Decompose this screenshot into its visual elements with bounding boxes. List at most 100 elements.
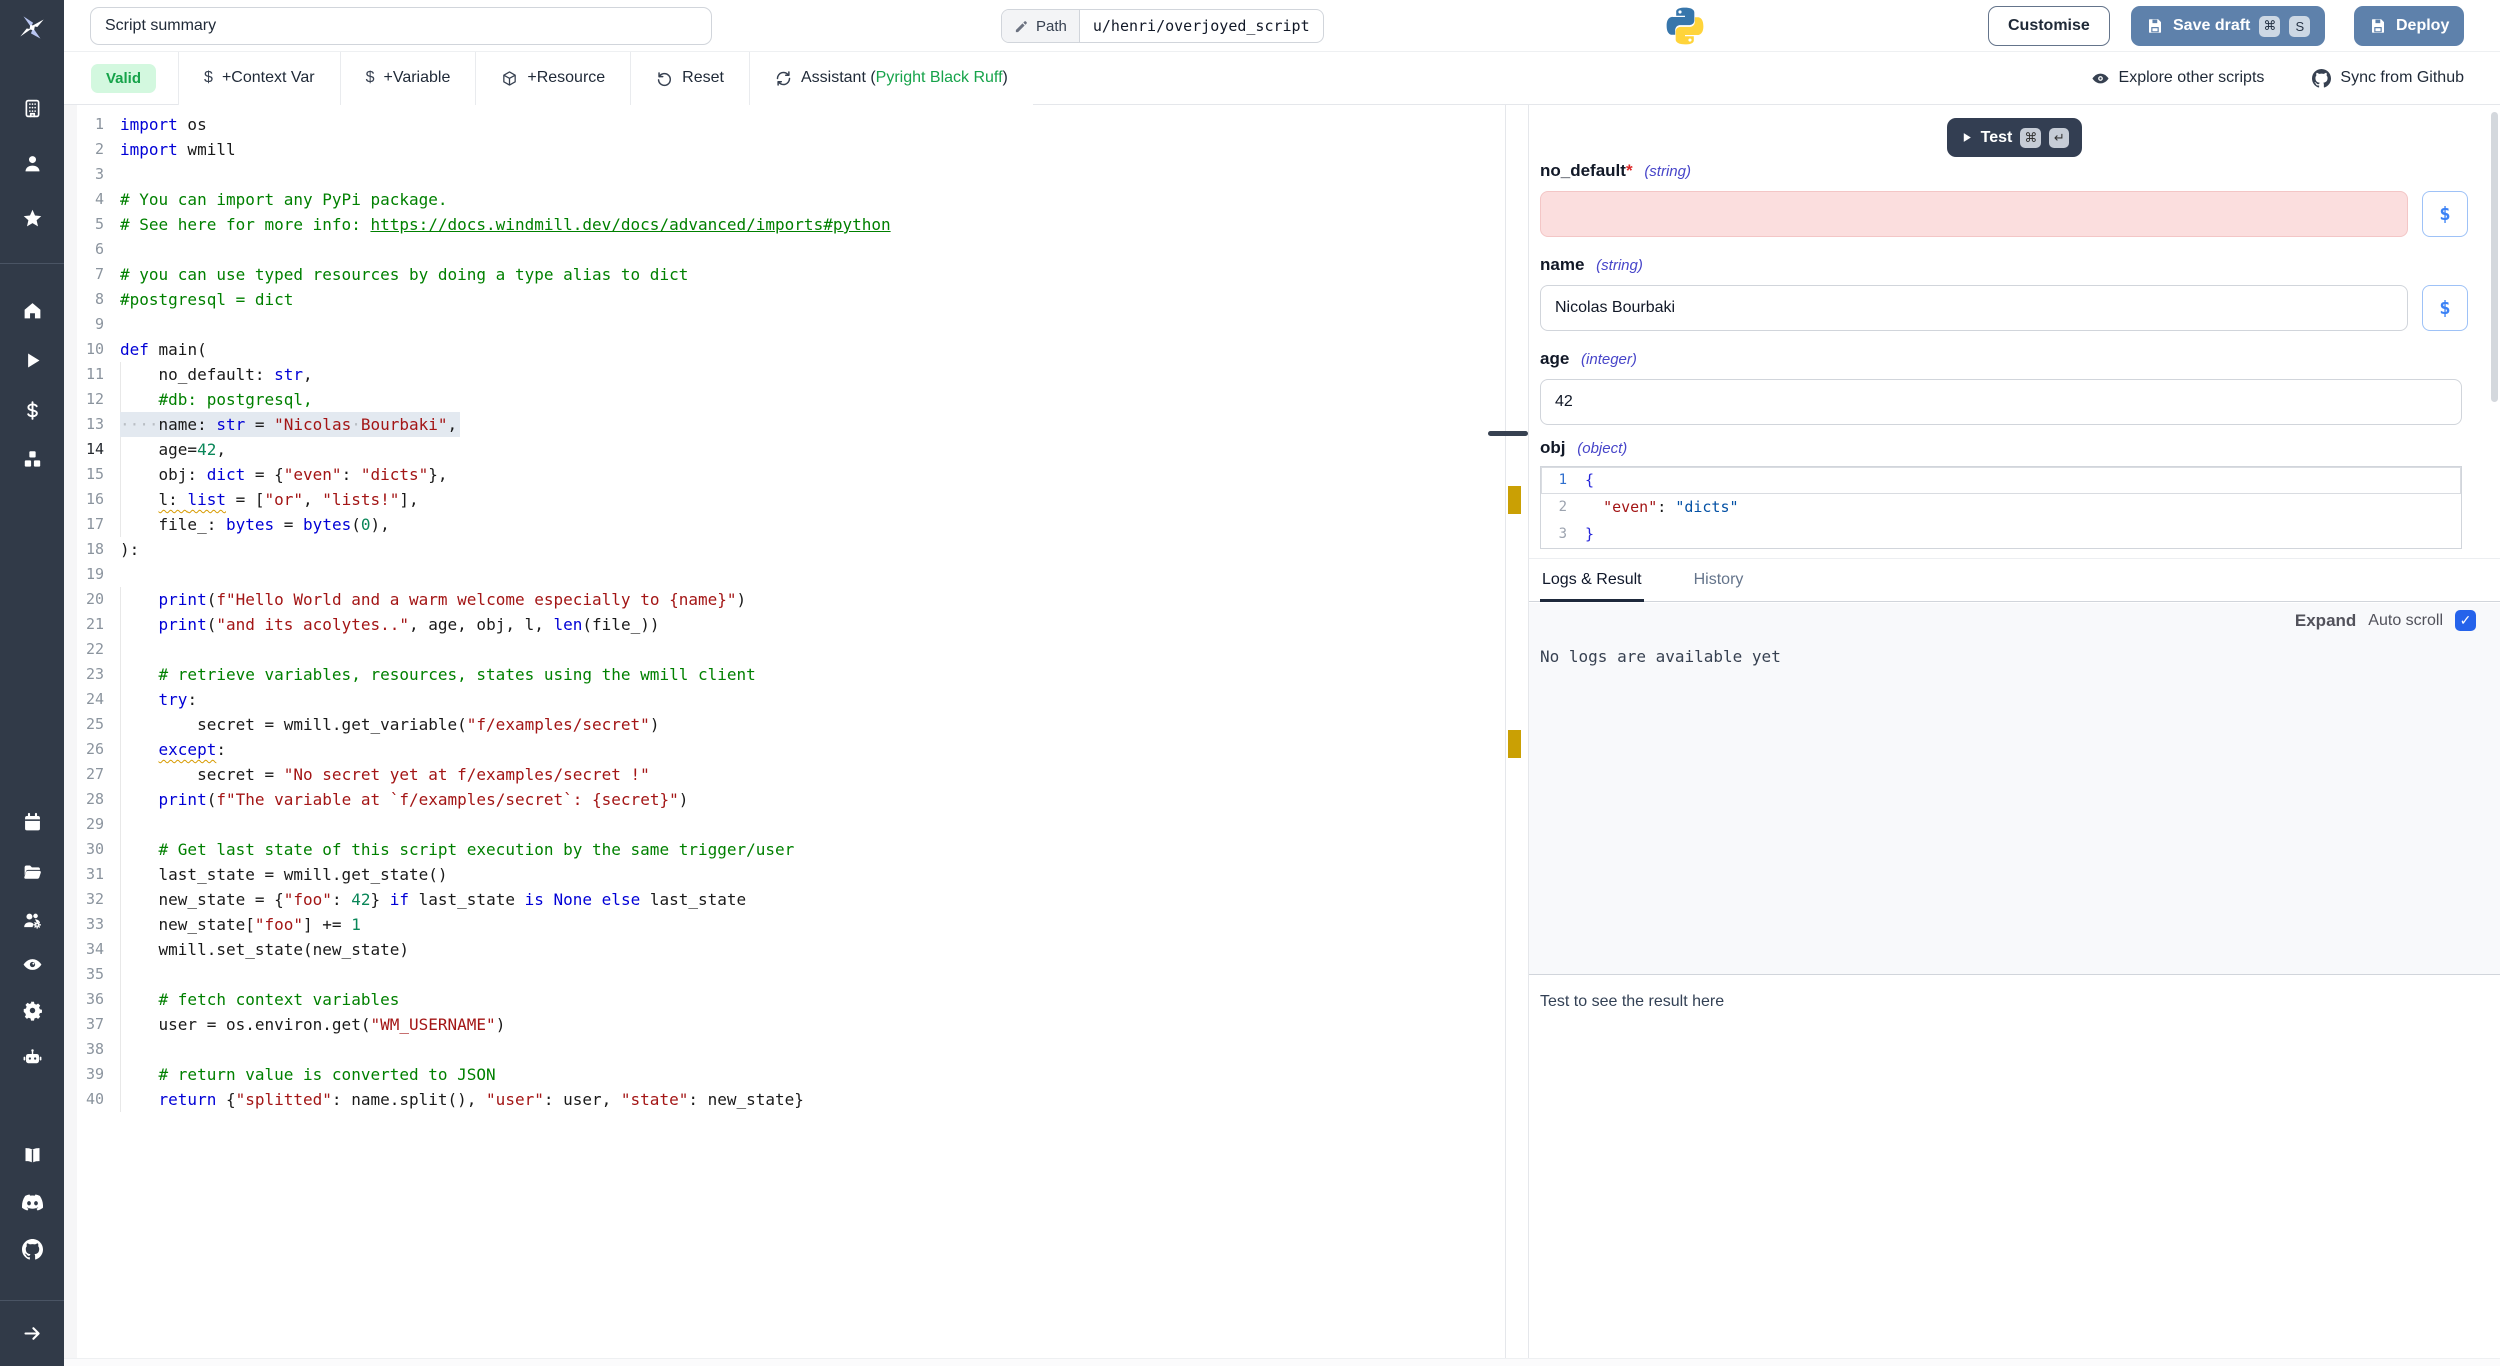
code-line[interactable]: 19 xyxy=(64,562,1505,587)
code-line[interactable]: 1import os xyxy=(64,112,1505,137)
age-input[interactable] xyxy=(1540,379,2462,425)
save-draft-button[interactable]: Save draft ⌘ S xyxy=(2131,6,2325,46)
code-line[interactable]: 38 xyxy=(64,1037,1505,1062)
code-line[interactable]: 15 obj: dict = {"even": "dicts"}, xyxy=(64,462,1505,487)
name-variable-picker-button[interactable]: $ xyxy=(2422,285,2468,331)
github-icon[interactable] xyxy=(0,1232,64,1266)
customise-button[interactable]: Customise xyxy=(1988,6,2110,46)
cmd-key-badge: ⌘ xyxy=(2259,16,2280,37)
code-line[interactable]: 12 #db: postgresql, xyxy=(64,387,1505,412)
line-number: 28 xyxy=(64,787,104,812)
code-line[interactable]: 7# you can use typed resources by doing … xyxy=(64,262,1505,287)
auto-scroll-checkbox[interactable]: ✓ xyxy=(2455,610,2476,631)
windmill-logo-icon[interactable] xyxy=(0,4,64,52)
code-line[interactable]: 17 file_: bytes = bytes(0), xyxy=(64,512,1505,537)
code-line[interactable]: 39 # return value is converted to JSON xyxy=(64,1062,1505,1087)
folders-folder-icon[interactable] xyxy=(0,855,64,889)
code-line[interactable]: 25 secret = wmill.get_variable("f/exampl… xyxy=(64,712,1505,737)
json-line-number: 1 xyxy=(1541,467,1567,494)
code-editor[interactable]: 1import os2import wmill34# You can impor… xyxy=(64,105,1505,1366)
tab-logs-and-result[interactable]: Logs & Result xyxy=(1540,559,1644,601)
dollar-icon: $ xyxy=(366,69,375,87)
code-line[interactable]: 27 secret = "No secret yet at f/examples… xyxy=(64,762,1505,787)
path-badge[interactable]: Path u/henri/overjoyed_script xyxy=(1001,9,1324,43)
line-number: 20 xyxy=(64,587,104,612)
workspace-building-icon[interactable] xyxy=(0,91,64,125)
code-line[interactable]: 8#postgresql = dict xyxy=(64,287,1505,312)
code-line[interactable]: 24 try: xyxy=(64,687,1505,712)
expand-button[interactable]: Expand xyxy=(2295,611,2356,631)
explore-other-scripts-button[interactable]: Explore other scripts xyxy=(2091,69,2265,88)
user-icon[interactable] xyxy=(0,146,64,180)
code-line[interactable]: 10def main( xyxy=(64,337,1505,362)
code-line[interactable]: 30 # Get last state of this script execu… xyxy=(64,837,1505,862)
code-line[interactable]: 5# See here for more info: https://docs.… xyxy=(64,212,1505,237)
code-line[interactable]: 40 return {"splitted": name.split(), "us… xyxy=(64,1087,1505,1112)
name-input[interactable] xyxy=(1540,285,2408,331)
json-editor-line[interactable]: 3} xyxy=(1541,521,2461,548)
code-line[interactable]: 21 print("and its acolytes..", age, obj,… xyxy=(64,612,1505,637)
code-line[interactable]: 23 # retrieve variables, resources, stat… xyxy=(64,662,1505,687)
obj-json-editor[interactable]: 1{2 "even": "dicts"3} xyxy=(1540,466,2462,549)
line-number: 32 xyxy=(64,887,104,912)
sync-label: Sync from Github xyxy=(2340,69,2464,87)
editor-overview-ruler xyxy=(1505,105,1529,1366)
code-line[interactable]: 28 print(f"The variable at `f/examples/s… xyxy=(64,787,1505,812)
sync-from-github-button[interactable]: Sync from Github xyxy=(2312,69,2464,88)
add-context-var-button[interactable]: $ +Context Var xyxy=(178,52,340,105)
code-line[interactable]: 13····name: str = "Nicolas·Bourbaki", xyxy=(64,412,1505,437)
code-line[interactable]: 26 except: xyxy=(64,737,1505,762)
discord-icon[interactable] xyxy=(0,1185,64,1219)
code-line[interactable]: 32 new_state = {"foo": 42} if last_state… xyxy=(64,887,1505,912)
splitter-drag-handle[interactable] xyxy=(1488,431,1528,436)
test-button[interactable]: Test ⌘ ↵ xyxy=(1947,118,2083,157)
runs-play-icon[interactable] xyxy=(0,343,64,377)
panel-scrollbar[interactable] xyxy=(2491,112,2498,402)
code-line-content: file_: bytes = bytes(0), xyxy=(120,512,390,537)
add-resource-button[interactable]: +Resource xyxy=(475,52,630,105)
code-line[interactable]: 2import wmill xyxy=(64,137,1505,162)
code-line[interactable]: 22 xyxy=(64,637,1505,662)
top-bar: Path u/henri/overjoyed_script Customise … xyxy=(64,0,2500,52)
code-line[interactable]: 37 user = os.environ.get("WM_USERNAME") xyxy=(64,1012,1505,1037)
code-line[interactable]: 4# You can import any PyPi package. xyxy=(64,187,1505,212)
script-summary-input[interactable] xyxy=(90,7,712,45)
json-editor-line[interactable]: 2 "even": "dicts" xyxy=(1541,494,2461,521)
code-line[interactable]: 18): xyxy=(64,537,1505,562)
reset-button[interactable]: Reset xyxy=(630,52,749,105)
json-line-number: 3 xyxy=(1541,521,1567,548)
assistant-button[interactable]: Assistant (Pyright Black Ruff) xyxy=(749,52,1033,105)
home-icon[interactable] xyxy=(0,293,64,327)
code-line[interactable]: 31 last_state = wmill.get_state() xyxy=(64,862,1505,887)
workers-robot-icon[interactable] xyxy=(0,1040,64,1074)
code-line[interactable]: 29 xyxy=(64,812,1505,837)
json-editor-line[interactable]: 1{ xyxy=(1541,467,2461,494)
tab-history[interactable]: History xyxy=(1692,559,1746,601)
code-line[interactable]: 20 print(f"Hello World and a warm welcom… xyxy=(64,587,1505,612)
code-line[interactable]: 33 new_state["foo"] += 1 xyxy=(64,912,1505,937)
line-number: 39 xyxy=(64,1062,104,1087)
no-default-variable-picker-button[interactable]: $ xyxy=(2422,191,2468,237)
favorites-star-icon[interactable] xyxy=(0,201,64,235)
refresh-icon xyxy=(775,70,792,87)
add-variable-button[interactable]: $ +Variable xyxy=(340,52,476,105)
code-line[interactable]: 16 l: list = ["or", "lists!"], xyxy=(64,487,1505,512)
schedules-calendar-icon[interactable] xyxy=(0,805,64,839)
variables-dollar-icon[interactable] xyxy=(0,393,64,427)
groups-users-gear-icon[interactable] xyxy=(0,903,64,937)
code-line[interactable]: 35 xyxy=(64,962,1505,987)
audit-eye-icon[interactable] xyxy=(0,947,64,981)
code-line[interactable]: 6 xyxy=(64,237,1505,262)
collapse-arrow-right-icon[interactable] xyxy=(0,1316,64,1350)
resources-boxes-icon[interactable] xyxy=(0,442,64,476)
docs-book-icon[interactable] xyxy=(0,1138,64,1172)
code-line[interactable]: 14 age=42, xyxy=(64,437,1505,462)
code-line[interactable]: 11 no_default: str, xyxy=(64,362,1505,387)
deploy-button[interactable]: Deploy xyxy=(2354,6,2464,46)
code-line[interactable]: 34 wmill.set_state(new_state) xyxy=(64,937,1505,962)
code-line[interactable]: 9 xyxy=(64,312,1505,337)
code-line[interactable]: 3 xyxy=(64,162,1505,187)
settings-gear-icon[interactable] xyxy=(0,993,64,1027)
no-default-input[interactable] xyxy=(1540,191,2408,237)
code-line[interactable]: 36 # fetch context variables xyxy=(64,987,1505,1012)
